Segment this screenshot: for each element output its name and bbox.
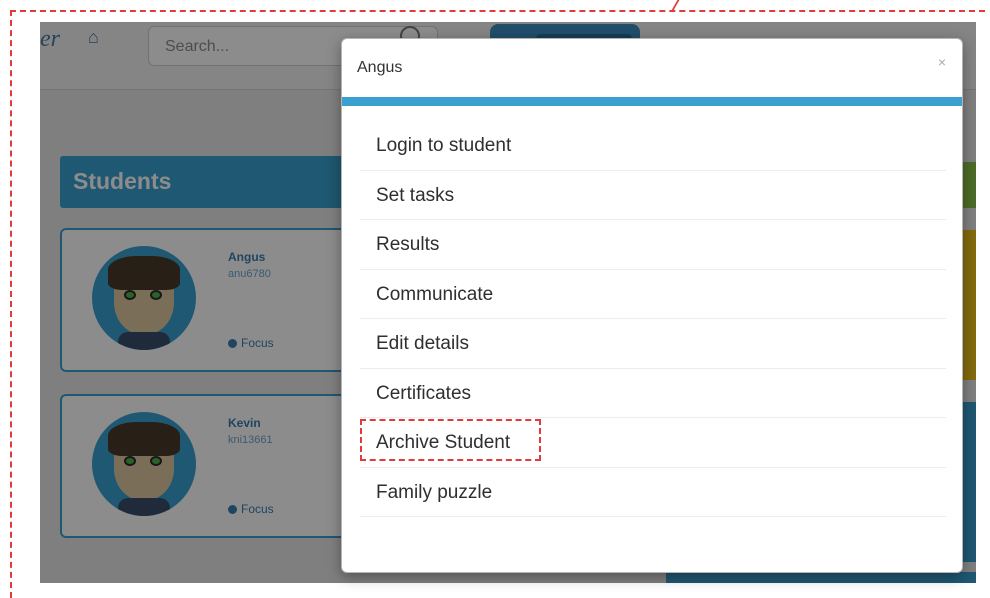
- menu-item-edit-details[interactable]: Edit details: [360, 319, 946, 369]
- close-icon[interactable]: ×: [938, 54, 946, 70]
- modal-divider: [342, 97, 962, 106]
- student-options-modal: Angus × Login to student Set tasks Resul…: [341, 38, 963, 573]
- annotation-border-top: [10, 10, 985, 12]
- menu-item-communicate[interactable]: Communicate: [360, 270, 946, 319]
- annotation-border-left: [10, 10, 12, 598]
- screenshot-frame: er ⌂ Search... Students Angus anu6780 Fo…: [0, 0, 990, 598]
- menu-item-results[interactable]: Results: [360, 220, 946, 270]
- annotation-highlight: [360, 419, 541, 461]
- menu-item-set-tasks[interactable]: Set tasks: [360, 171, 946, 220]
- menu-item-certificates[interactable]: Certificates: [360, 369, 946, 418]
- modal-title: Angus: [357, 59, 403, 76]
- menu-item-family-puzzle[interactable]: Family puzzle: [360, 468, 946, 517]
- menu-item-login-to-student[interactable]: Login to student: [360, 121, 946, 171]
